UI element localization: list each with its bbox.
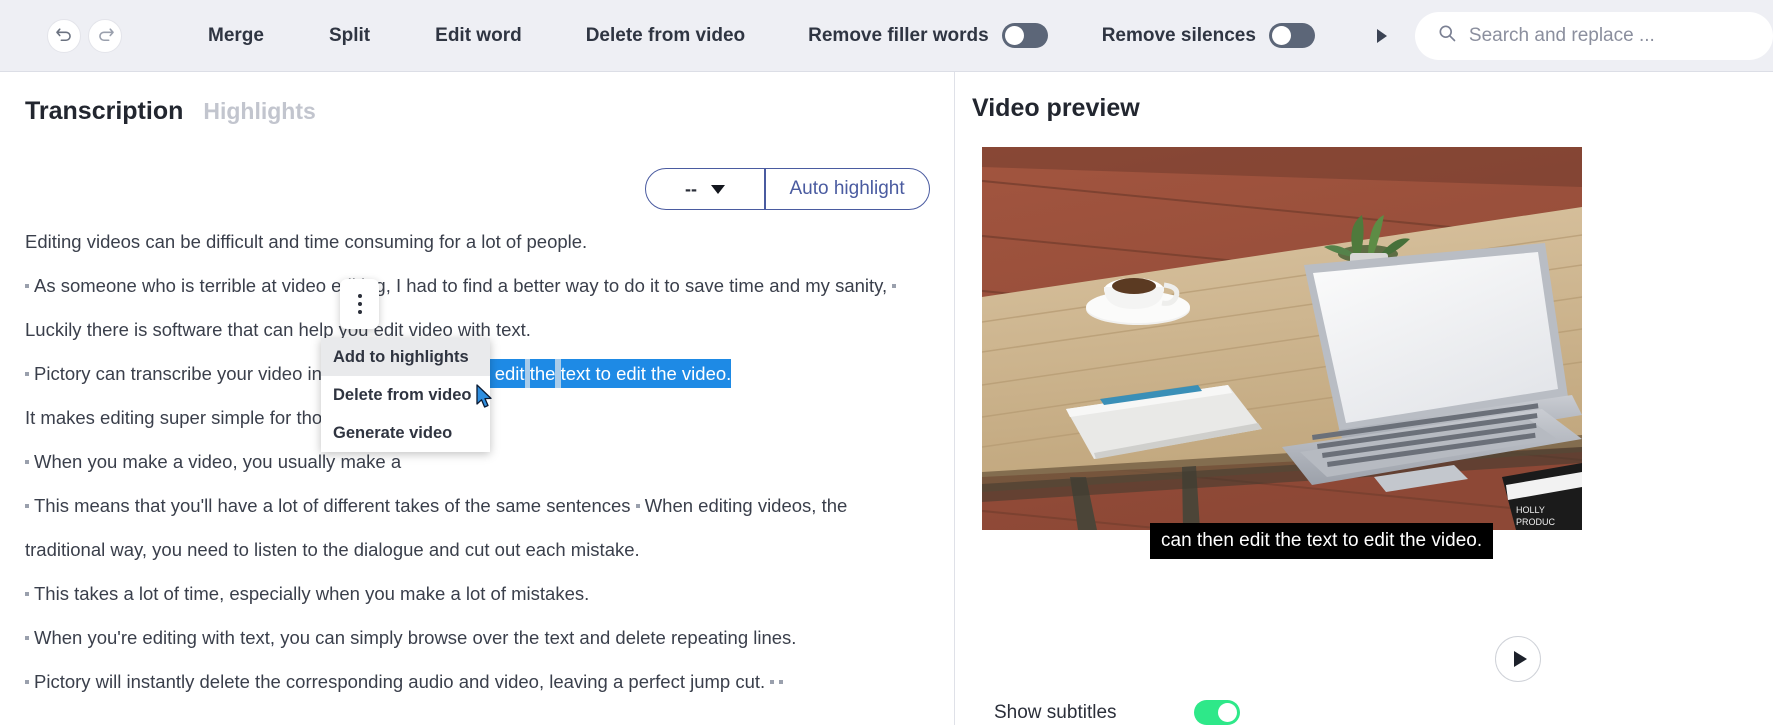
search-and-replace-box[interactable] (1414, 11, 1773, 60)
segment-marker-icon (25, 283, 29, 288)
transcription-pane: Transcription Highlights -- Auto highlig… (0, 72, 955, 725)
delete-from-video-button[interactable]: Delete from video (586, 25, 745, 47)
paragraph-text: This takes a lot of time, especially whe… (34, 583, 590, 604)
menu-item-delete-from-video[interactable]: Delete from video (321, 376, 490, 414)
menu-item-generate-video[interactable]: Generate video (321, 414, 490, 452)
show-subtitles-control: Show subtitles (994, 700, 1240, 725)
paragraph-text: This means that you'll have a lot of dif… (34, 495, 631, 516)
segment-marker-icon (892, 283, 897, 288)
dot (357, 302, 362, 306)
svg-text:HOLLY: HOLLY (1516, 505, 1545, 515)
history-button-group (47, 18, 122, 53)
search-input[interactable] (1468, 24, 1772, 47)
remove-silences-label: Remove silences (1101, 24, 1256, 46)
subtitle-caption: can then edit the text to edit the video… (1150, 523, 1494, 559)
redo-icon (96, 26, 115, 45)
highlight-button-group: -- Auto highlight (645, 168, 930, 210)
redo-button[interactable] (88, 18, 122, 53)
transcript-paragraph[interactable]: Pictory will instantly delete the corres… (25, 660, 930, 704)
segment-marker-icon (25, 459, 29, 464)
show-subtitles-toggle[interactable] (1194, 700, 1240, 725)
selection-gap (524, 359, 530, 388)
video-preview-image[interactable]: HOLLY PRODUC (982, 147, 1582, 530)
highlight-duration-select[interactable]: -- (646, 169, 764, 209)
tab-transcription[interactable]: Transcription (25, 97, 183, 126)
toggle-knob (1218, 703, 1237, 722)
top-toolbar: Merge Split Edit word Delete from video … (0, 0, 1773, 72)
auto-highlight-button[interactable]: Auto highlight (766, 169, 929, 209)
undo-button[interactable] (47, 18, 81, 53)
toggle-knob (1004, 26, 1024, 45)
transcript-paragraph[interactable]: This takes a lot of time, especially whe… (25, 572, 930, 616)
kebab-menu-icon[interactable] (340, 279, 379, 329)
paragraph-text: Pictory will instantly delete the corres… (34, 671, 766, 692)
segment-marker-icon (779, 679, 784, 684)
paragraph-text: When you're editing with text, you can s… (34, 627, 797, 648)
transcript-body[interactable]: Editing videos can be difficult and time… (25, 220, 930, 704)
selected-text[interactable]: text to edit the video. (560, 359, 732, 388)
show-subtitles-label: Show subtitles (994, 701, 1117, 723)
undo-icon (55, 26, 74, 45)
segment-marker-icon (25, 371, 29, 376)
remove-silences-control: Remove silences (1102, 23, 1315, 48)
paragraph-text: Luckily there is software that can help … (25, 319, 531, 340)
toggle-knob (1271, 26, 1291, 45)
page-title: Video preview (972, 94, 1140, 122)
paragraph-text: When you make a video, you usually make … (34, 451, 402, 472)
transcript-paragraph[interactable]: Editing videos can be difficult and time… (25, 220, 930, 264)
dot (357, 294, 362, 298)
edit-word-button[interactable]: Edit word (435, 25, 522, 47)
context-menu: Add to highlights Delete from video Gene… (321, 338, 490, 452)
split-button[interactable]: Split (329, 25, 370, 47)
segment-marker-icon (25, 635, 29, 640)
play-icon (1513, 651, 1527, 667)
search-icon (1437, 23, 1457, 48)
remove-filler-words-control: Remove filler words (808, 23, 1048, 48)
segment-marker-icon (25, 679, 29, 684)
pane-tabs: Transcription Highlights (25, 97, 316, 126)
chevron-right-icon[interactable] (1376, 28, 1387, 43)
remove-filler-words-label: Remove filler words (808, 24, 989, 46)
merge-button[interactable]: Merge (208, 25, 264, 47)
paragraph-text: As someone who is terrible at video edit… (34, 275, 888, 296)
segment-marker-icon (635, 503, 640, 508)
transcript-paragraph[interactable]: When you're editing with text, you can s… (25, 616, 930, 660)
play-button[interactable] (1495, 636, 1541, 682)
svg-text:PRODUC: PRODUC (1516, 517, 1556, 527)
segment-marker-icon (25, 503, 29, 508)
paragraph-text: Editing videos can be difficult and time… (25, 231, 588, 252)
video-preview-pane: Video preview HOLLY PRODUC can then edit… (956, 72, 1773, 725)
selection-gap (555, 359, 561, 388)
chevron-down-icon (711, 184, 725, 194)
highlight-duration-value: -- (685, 178, 697, 199)
segment-marker-icon (770, 679, 775, 684)
segment-marker-icon (25, 591, 29, 596)
remove-silences-toggle[interactable] (1268, 23, 1315, 48)
transcript-paragraph[interactable]: This means that you'll have a lot of dif… (25, 484, 930, 572)
dot (357, 310, 362, 314)
tab-highlights[interactable]: Highlights (203, 98, 315, 125)
remove-filler-words-toggle[interactable] (1001, 23, 1048, 48)
menu-item-add-to-highlights[interactable]: Add to highlights (321, 338, 490, 376)
selected-text[interactable]: the (529, 359, 556, 388)
